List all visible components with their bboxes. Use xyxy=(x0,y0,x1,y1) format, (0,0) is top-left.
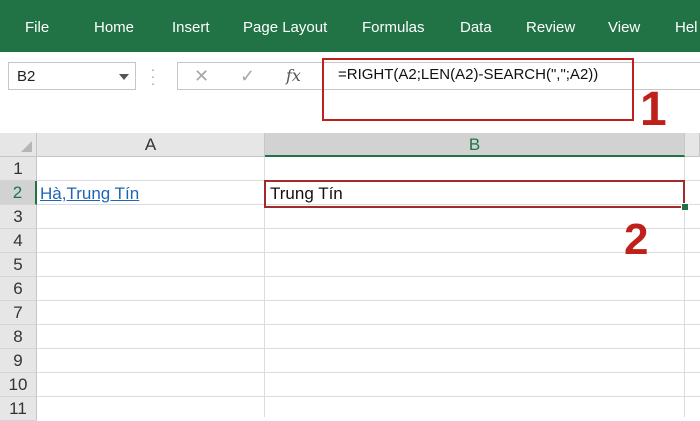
select-all-icon xyxy=(21,141,32,152)
row-header-8[interactable]: 8 xyxy=(0,325,37,349)
tab-formulas[interactable]: Formulas xyxy=(362,0,425,52)
grid-line xyxy=(37,300,700,301)
grid-line xyxy=(37,396,700,397)
row-header-1[interactable]: 1 xyxy=(0,157,37,181)
row-header-2[interactable]: 2 xyxy=(0,181,37,205)
tab-insert[interactable]: Insert xyxy=(172,0,210,52)
grid-line xyxy=(37,348,700,349)
annotation-marker-2: 2 xyxy=(624,215,649,264)
cell-b2[interactable]: Trung Tín xyxy=(264,180,685,208)
tab-data[interactable]: Data xyxy=(460,0,492,52)
grid-line xyxy=(37,252,700,253)
row-header-5[interactable]: 5 xyxy=(0,253,37,277)
grid-line xyxy=(37,372,700,373)
row-header-9[interactable]: 9 xyxy=(0,349,37,373)
row-header-7[interactable]: 7 xyxy=(0,301,37,325)
chevron-down-icon[interactable] xyxy=(119,74,129,80)
column-header-c[interactable] xyxy=(685,133,700,157)
grid-line xyxy=(37,324,700,325)
grid-line xyxy=(37,228,700,229)
tab-view[interactable]: View xyxy=(608,0,640,52)
row-header-11[interactable]: 11 xyxy=(0,397,37,421)
tab-file[interactable]: File xyxy=(25,0,49,52)
column-header-b[interactable]: B xyxy=(265,133,685,157)
enter-icon[interactable]: ✓ xyxy=(240,66,255,87)
row-header-10[interactable]: 10 xyxy=(0,373,37,397)
insert-function-icon[interactable]: fx xyxy=(286,66,301,85)
tab-home[interactable]: Home xyxy=(94,0,134,52)
drag-handle-icon[interactable]: · · · xyxy=(150,62,156,90)
row-header-6[interactable]: 6 xyxy=(0,277,37,301)
ribbon: File Home Insert Page Layout Formulas Da… xyxy=(0,0,700,52)
name-box-value: B2 xyxy=(17,68,36,85)
select-all-corner[interactable] xyxy=(0,133,37,157)
tab-page-layout[interactable]: Page Layout xyxy=(243,0,327,52)
tab-help[interactable]: Hel xyxy=(675,0,698,52)
formula-buttons: ✕ ✓ fx xyxy=(177,62,319,90)
cancel-icon[interactable]: ✕ xyxy=(194,66,209,87)
grid-line xyxy=(37,276,700,277)
column-header-a[interactable]: A xyxy=(37,133,265,157)
annotation-marker-1: 1 xyxy=(640,83,667,136)
name-box[interactable]: B2 xyxy=(8,62,136,90)
fill-handle[interactable] xyxy=(681,203,689,211)
row-header-3[interactable]: 3 xyxy=(0,205,37,229)
row-header-4[interactable]: 4 xyxy=(0,229,37,253)
cell-a2[interactable]: Hà,Trung Tín xyxy=(40,184,139,204)
formula-highlight-box xyxy=(322,58,634,121)
tab-review[interactable]: Review xyxy=(526,0,575,52)
cell-b2-value: Trung Tín xyxy=(270,184,343,203)
